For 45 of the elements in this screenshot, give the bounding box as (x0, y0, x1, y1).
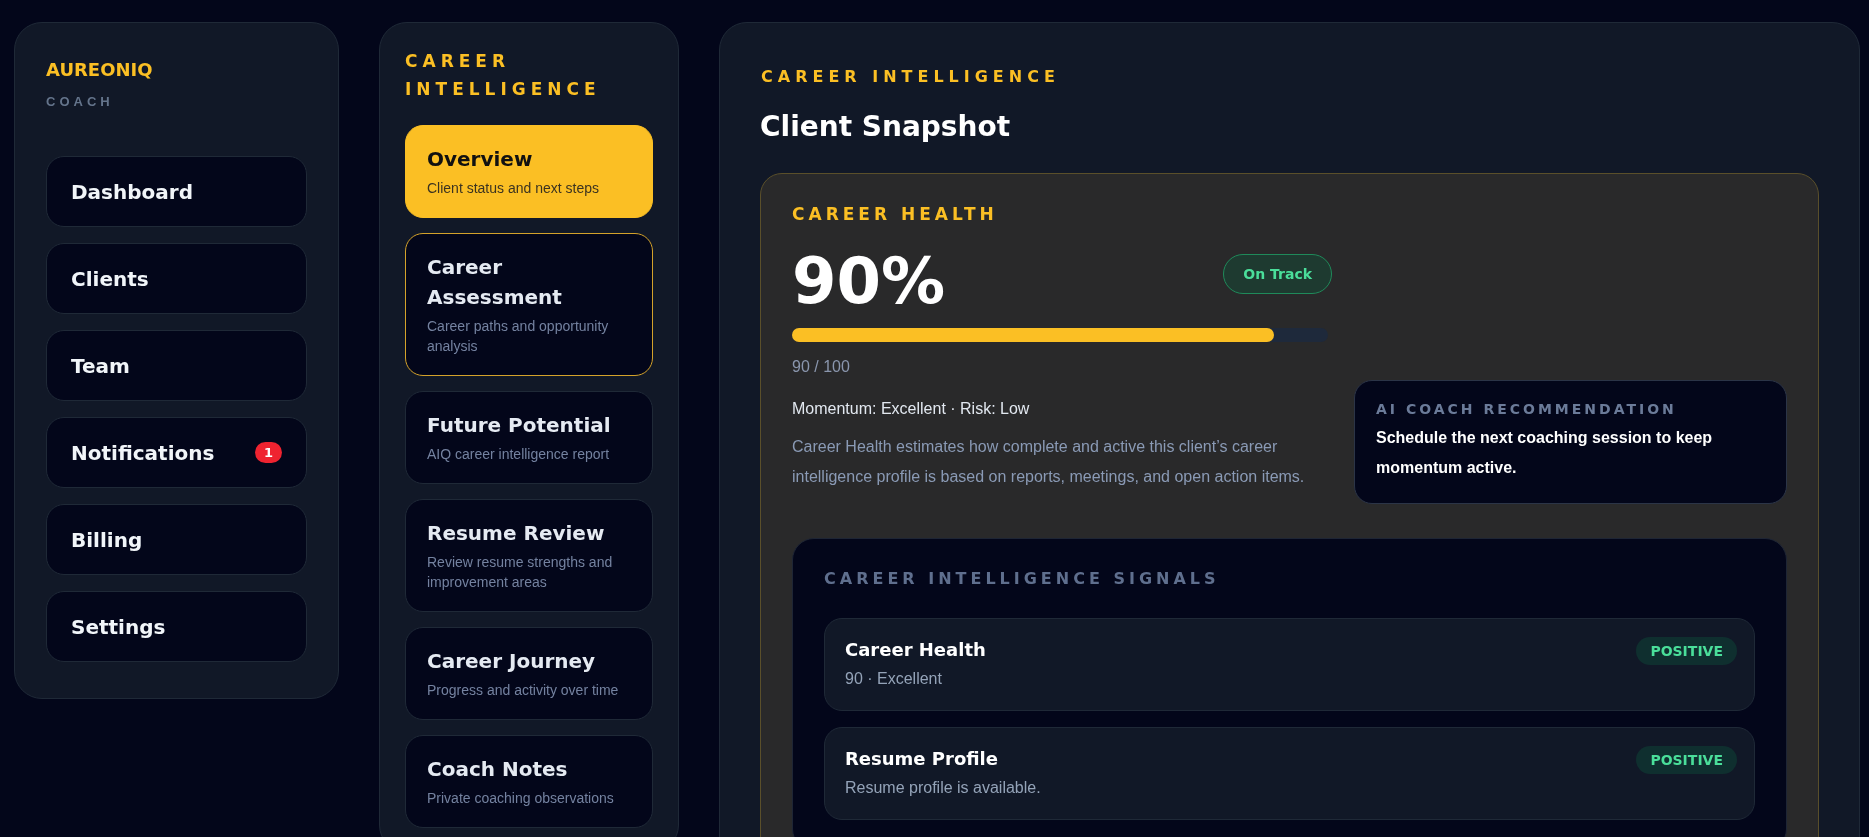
nav-item[interactable]: Clients (46, 243, 307, 314)
status-badge: POSITIVE (1636, 637, 1737, 665)
item-title: Career Assessment (427, 254, 563, 311)
item-description: Review resume strengths and improvement areas (427, 553, 614, 592)
brand-subtitle: COACH (46, 94, 115, 109)
section-nav-item[interactable]: Future Potential AIQ career intelligence report (405, 391, 653, 484)
section-heading: CAREER INTELLIGENCE (405, 50, 602, 101)
item-title: Resume Review (427, 520, 606, 547)
notification-badge: 1 (254, 442, 282, 463)
item-description: AIQ career intelligence report (427, 445, 611, 464)
section-nav-item[interactable]: Career Journey Progress and activity over time (405, 627, 653, 720)
health-description: Career Health estimates how complete and active this client’s career intelligence profile is based on reports, meetings, and open action items. (792, 437, 1306, 487)
health-summary: Momentum: Excellent · Risk: Low (792, 400, 1031, 418)
signal-detail: Resume profile is available. (845, 779, 1041, 797)
card-label: CAREER HEALTH (792, 204, 999, 224)
signal-title: Resume Profile (845, 748, 999, 769)
nav-item[interactable]: Billing (46, 504, 307, 575)
item-description: Career paths and opportunity analysis (427, 317, 610, 356)
signals-heading: CAREER INTELLIGENCE SIGNALS (824, 569, 1221, 588)
item-title: Career Journey (427, 648, 597, 675)
status-badge: On Track (1223, 254, 1332, 294)
nav-item[interactable]: Dashboard (46, 156, 307, 227)
health-score: 90% (792, 246, 946, 316)
recommendation-label: AI COACH RECOMMENDATION (1376, 401, 1678, 417)
page-eyebrow: CAREER INTELLIGENCE (761, 67, 1061, 86)
item-title: Future Potential (427, 412, 612, 439)
section-nav-item[interactable]: Resume Review Review resume strengths and improvement areas (405, 499, 653, 612)
nav-item[interactable]: Settings (46, 591, 307, 662)
section-nav-item[interactable]: Coach Notes Private coaching observations (405, 735, 653, 828)
item-description: Progress and activity over time (427, 681, 620, 700)
brand-name: AUREONIQ (46, 59, 154, 80)
signal-title: Career Health (845, 639, 986, 660)
section-nav-item[interactable]: Overview Client status and next steps (405, 125, 653, 218)
item-description: Private coaching observations (427, 789, 615, 808)
section-nav-item[interactable]: Career Assessment Career paths and opportunity analysis (405, 233, 653, 376)
item-title: Overview (427, 146, 534, 173)
recommendation-text: Schedule the next coaching session to keep momentum active. (1376, 428, 1714, 478)
nav-item[interactable]: Notifications 1 (46, 417, 307, 488)
page-title: Client Snapshot (760, 110, 1012, 143)
signal-detail: 90 · Excellent (845, 670, 943, 688)
status-badge: POSITIVE (1636, 746, 1737, 774)
item-title: Coach Notes (427, 756, 569, 783)
score-reading: 90 / 100 (792, 358, 851, 376)
item-description: Client status and next steps (427, 179, 600, 198)
nav-item[interactable]: Team (46, 330, 307, 401)
